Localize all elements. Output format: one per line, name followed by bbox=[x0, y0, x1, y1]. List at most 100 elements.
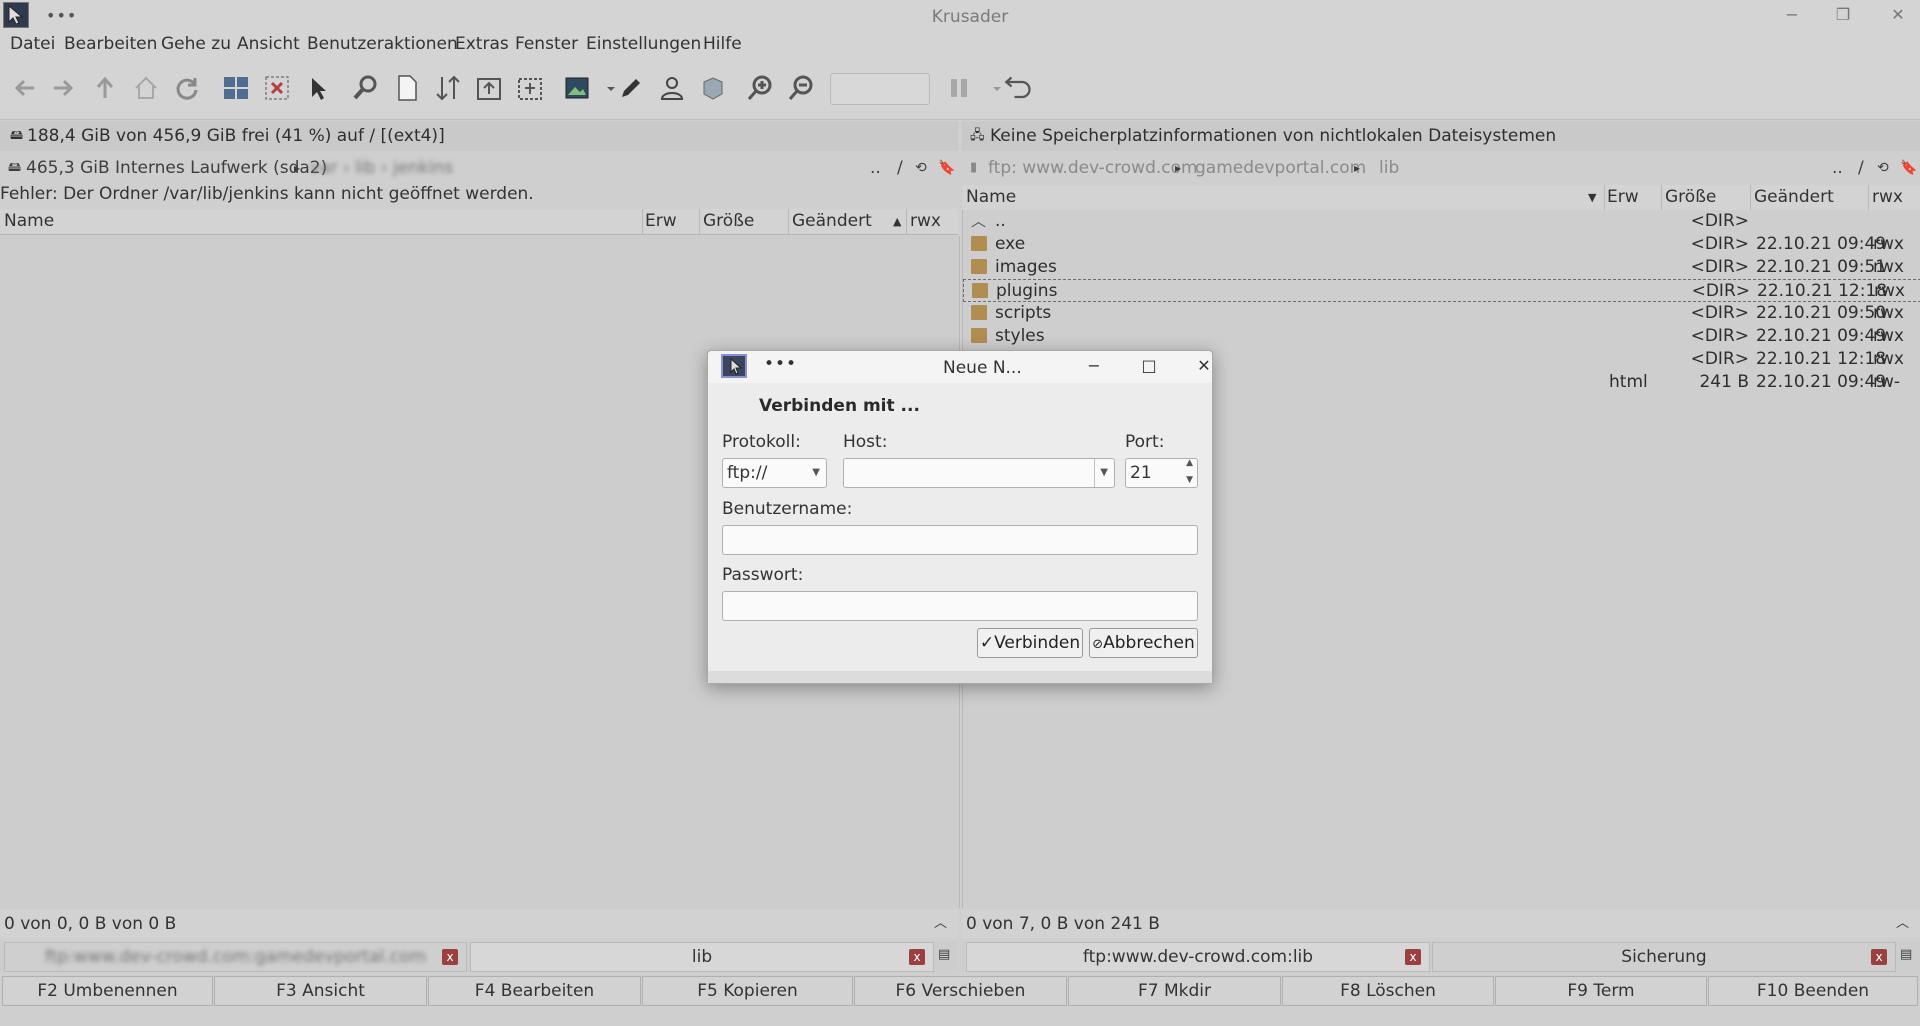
minimize-window-button[interactable]: − bbox=[1780, 3, 1804, 27]
dialog-menu-dots-icon[interactable]: ••• bbox=[764, 354, 797, 374]
new-tab-icon[interactable]: ▤ bbox=[938, 947, 950, 962]
f6-move-button[interactable]: F6 Verschieben bbox=[854, 976, 1067, 1006]
breadcrumb-lib[interactable]: lib bbox=[1379, 154, 1399, 182]
f8-delete-button[interactable]: F8 Löschen bbox=[1282, 976, 1494, 1006]
left-drive-label[interactable]: 465,3 GiB Internes Laufwerk (sda2) bbox=[26, 154, 327, 182]
username-input[interactable] bbox=[722, 525, 1198, 555]
spin-arrows-icon[interactable]: ▲ ▼ bbox=[1186, 455, 1193, 489]
up-icon[interactable] bbox=[90, 73, 120, 103]
menu-bearbeiten[interactable]: Bearbeiten bbox=[64, 34, 157, 54]
restore-window-button[interactable]: ❐ bbox=[1831, 3, 1855, 27]
bookmark-icon[interactable]: 🔖 bbox=[1900, 154, 1917, 182]
toolbar-quick-input[interactable] bbox=[830, 73, 930, 105]
edit-pen-icon[interactable] bbox=[616, 73, 646, 103]
menu-ansicht[interactable]: Ansicht bbox=[237, 34, 300, 54]
left-tab-bar: ftp:www.dev-crowd.com:gamedevportal.com … bbox=[0, 942, 958, 972]
f5-copy-button[interactable]: F5 Kopieren bbox=[642, 976, 853, 1006]
menu-einstellungen[interactable]: Einstellungen bbox=[586, 34, 701, 54]
left-nav-up-button[interactable]: .. bbox=[870, 154, 881, 182]
compare-icon[interactable] bbox=[221, 73, 251, 103]
right-col-rwx[interactable]: rwx bbox=[1872, 187, 1903, 207]
file-row[interactable]: styles <DIR> 22.10.21 09:49 rwx bbox=[963, 325, 1920, 348]
right-col-size[interactable]: Größe bbox=[1665, 187, 1716, 207]
f3-view-button[interactable]: F3 Ansicht bbox=[214, 976, 427, 1006]
left-col-ext[interactable]: Erw bbox=[645, 211, 677, 231]
left-nav-root-button[interactable]: / bbox=[897, 154, 903, 182]
right-nav-up-button[interactable]: .. bbox=[1832, 154, 1843, 182]
left-col-name[interactable]: Name bbox=[4, 211, 54, 231]
protocol-select[interactable]: ftp:// ▼ bbox=[722, 458, 827, 488]
tab-close-icon[interactable]: x bbox=[1405, 949, 1421, 965]
search-icon[interactable] bbox=[350, 73, 380, 103]
new-file-icon[interactable] bbox=[392, 73, 422, 103]
file-row[interactable]: images <DIR> 22.10.21 09:51 rwx bbox=[963, 256, 1920, 279]
image-dropdown-arrow-icon[interactable] bbox=[596, 73, 615, 103]
cube-icon[interactable] bbox=[698, 73, 728, 103]
file-row[interactable]: exe <DIR> 22.10.21 09:49 rwx bbox=[963, 233, 1920, 256]
left-col-date[interactable]: Geändert bbox=[792, 211, 872, 231]
breadcrumb-domain[interactable]: gamedevportal.com bbox=[1195, 154, 1366, 182]
left-col-rwx[interactable]: rwx bbox=[910, 211, 941, 231]
tab-left-lib[interactable]: lib x bbox=[470, 942, 934, 972]
dialog-maximize-button[interactable]: □ bbox=[1139, 356, 1159, 376]
pause-icon[interactable] bbox=[944, 73, 974, 103]
f9-terminal-button[interactable]: F9 Term bbox=[1495, 976, 1707, 1006]
f7-mkdir-button[interactable]: F7 Mkdir bbox=[1068, 976, 1281, 1006]
menu-gehe-zu[interactable]: Gehe zu bbox=[161, 34, 231, 54]
copy-left-icon[interactable] bbox=[474, 73, 504, 103]
swap-panels-icon[interactable] bbox=[433, 73, 463, 103]
tab-right-sicherung[interactable]: Sicherung x bbox=[1432, 942, 1896, 972]
chevron-up-icon[interactable]: ︿ bbox=[934, 910, 947, 938]
menu-datei[interactable]: Datei bbox=[10, 34, 55, 54]
tab-right-ftp[interactable]: ftp:www.dev-crowd.com:lib x bbox=[966, 942, 1430, 972]
cancel-button[interactable]: ⊘Abbrechen bbox=[1089, 628, 1198, 658]
undo-icon[interactable] bbox=[1004, 73, 1044, 103]
new-tab-icon[interactable]: ▤ bbox=[1900, 947, 1912, 962]
dialog-minimize-button[interactable]: − bbox=[1084, 356, 1104, 376]
select-icon[interactable] bbox=[303, 73, 333, 103]
history-icon[interactable]: ⟲ bbox=[1877, 154, 1889, 182]
chevron-up-icon[interactable]: ︿ bbox=[1896, 910, 1909, 938]
tab-close-icon[interactable]: x bbox=[909, 949, 925, 965]
dialog-app-icon[interactable] bbox=[721, 354, 747, 378]
refresh-icon[interactable] bbox=[172, 73, 202, 103]
image-icon[interactable] bbox=[563, 73, 593, 103]
user-icon[interactable] bbox=[657, 73, 687, 103]
pause-dropdown-arrow-icon[interactable] bbox=[982, 73, 1001, 103]
right-nav-root-button[interactable]: / bbox=[1858, 154, 1864, 182]
home-icon[interactable] bbox=[131, 73, 161, 103]
menu-fenster[interactable]: Fenster bbox=[515, 34, 578, 54]
right-col-name[interactable]: Name bbox=[966, 187, 1016, 207]
f2-rename-button[interactable]: F2 Umbenennen bbox=[2, 976, 213, 1006]
host-combobox[interactable]: ▼ bbox=[843, 458, 1115, 488]
history-icon[interactable]: ⟲ bbox=[915, 154, 927, 182]
forward-icon[interactable] bbox=[48, 73, 78, 103]
breadcrumb-host[interactable]: ftp: www.dev-crowd.com bbox=[988, 154, 1198, 182]
right-col-date[interactable]: Geändert bbox=[1754, 187, 1834, 207]
menu-hilfe[interactable]: Hilfe bbox=[703, 34, 742, 54]
file-row[interactable]: scripts <DIR> 22.10.21 09:50 rwx bbox=[963, 302, 1920, 325]
left-col-size[interactable]: Größe bbox=[703, 211, 754, 231]
menu-extras[interactable]: Extras bbox=[455, 34, 509, 54]
password-input[interactable] bbox=[722, 591, 1198, 621]
tab-close-icon[interactable]: x bbox=[1871, 949, 1887, 965]
tab-left-ftp[interactable]: ftp:www.dev-crowd.com:gamedevportal.com … bbox=[4, 942, 467, 972]
zoom-out-icon[interactable] bbox=[786, 73, 816, 103]
port-spinbox[interactable]: 21 ▲ ▼ bbox=[1125, 458, 1198, 488]
connect-button[interactable]: ✓Verbinden bbox=[977, 628, 1083, 658]
right-col-ext[interactable]: Erw bbox=[1607, 187, 1639, 207]
bookmark-icon[interactable]: 🔖 bbox=[938, 154, 955, 182]
file-row-selected[interactable]: plugins <DIR> 22.10.21 12:18 rwx bbox=[963, 279, 1920, 302]
zoom-in-icon[interactable] bbox=[745, 73, 775, 103]
dialog-close-button[interactable]: ✕ bbox=[1194, 356, 1214, 376]
f4-edit-button[interactable]: F4 Bearbeiten bbox=[428, 976, 641, 1006]
f10-quit-button[interactable]: F10 Beenden bbox=[1708, 976, 1918, 1006]
sync-icon[interactable] bbox=[262, 73, 292, 103]
left-path-blurred[interactable]: var › lib › jenkins bbox=[310, 154, 453, 182]
copy-right-icon[interactable] bbox=[515, 73, 545, 103]
file-row-parent[interactable]: ︿ .. <DIR> bbox=[963, 210, 1920, 233]
close-window-button[interactable]: ✕ bbox=[1886, 3, 1910, 27]
menu-benutzeraktionen[interactable]: Benutzeraktionen bbox=[307, 34, 458, 54]
back-icon[interactable] bbox=[10, 73, 40, 103]
tab-close-icon[interactable]: x bbox=[442, 949, 458, 965]
